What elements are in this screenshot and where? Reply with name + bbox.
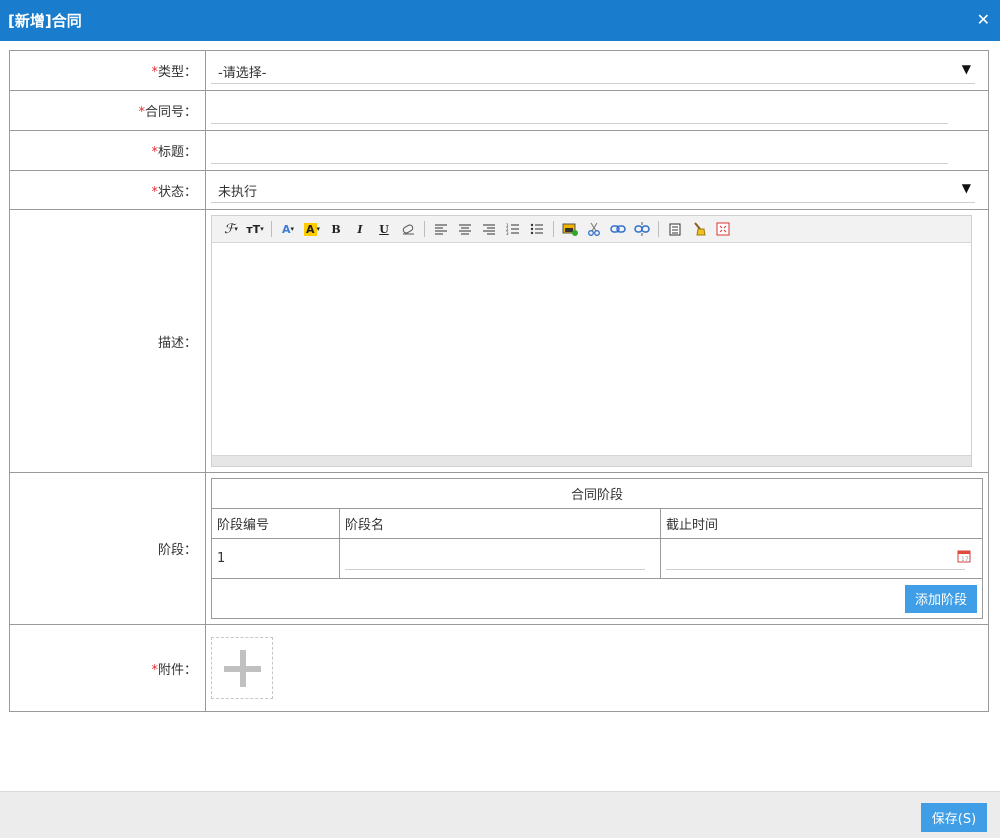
svg-text:17: 17: [961, 556, 969, 563]
unordered-list-icon[interactable]: [528, 220, 546, 238]
rich-text-editor: ℱ ▾ ᴛT ▾ A ▾ A ▾ B I U 123: [211, 215, 972, 467]
fullscreen-icon[interactable]: [714, 220, 732, 238]
dialog-titlebar: [新增]合同 ✕: [0, 0, 1000, 41]
font-size-icon[interactable]: ᴛT ▾: [246, 220, 264, 238]
clear-format-icon[interactable]: [690, 220, 708, 238]
highlight-color-icon[interactable]: A ▾: [303, 220, 321, 238]
attachment-row: *附件：: [9, 624, 989, 712]
type-select[interactable]: -请选择- ▼: [211, 58, 975, 84]
stages-label: 阶段：: [9, 472, 206, 625]
description-row: 描述： ℱ ▾ ᴛT ▾ A ▾ A ▾ B I U 123: [9, 209, 989, 473]
column-header: 阶段编号: [211, 508, 340, 539]
align-center-icon[interactable]: [456, 220, 474, 238]
stage-deadline-input[interactable]: 17: [666, 548, 971, 570]
italic-icon[interactable]: I: [351, 220, 369, 238]
align-left-icon[interactable]: [432, 220, 450, 238]
stages-table: 合同阶段 阶段编号 阶段名 截止时间 1 17 添加阶段: [211, 478, 983, 619]
unlink-icon[interactable]: [633, 220, 651, 238]
dialog-footer: 保存(S): [0, 791, 1000, 838]
editor-statusbar: [212, 455, 971, 466]
stage-name-input[interactable]: [345, 548, 645, 570]
contract-form: *类型： -请选择- ▼ *合同号： *标题： *状态： 未执行 ▼ 描述： ℱ ▾ …: [9, 50, 989, 712]
save-button[interactable]: 保存(S): [921, 803, 987, 832]
type-label: *类型：: [9, 50, 206, 91]
add-stage-button[interactable]: 添加阶段: [904, 584, 977, 613]
font-family-icon[interactable]: ℱ ▾: [222, 220, 240, 238]
dialog-title: [新增]合同: [8, 12, 82, 30]
stage-number: 1: [211, 538, 340, 579]
description-label: 描述：: [9, 209, 206, 473]
insert-image-icon[interactable]: [561, 220, 579, 238]
editor-toolbar: ℱ ▾ ᴛT ▾ A ▾ A ▾ B I U 123: [212, 216, 971, 243]
title-input[interactable]: [211, 137, 948, 164]
cut-icon[interactable]: [585, 220, 603, 238]
stages-row: 阶段： 合同阶段 阶段编号 阶段名 截止时间 1 17 添加阶段: [9, 472, 989, 625]
contract-no-label: *合同号：: [9, 90, 206, 131]
type-row: *类型： -请选择- ▼: [9, 50, 989, 91]
column-header: 截止时间: [660, 508, 983, 539]
contract-no-input[interactable]: [211, 97, 948, 124]
align-right-icon[interactable]: [480, 220, 498, 238]
contract-no-label-text: 合同号：: [144, 105, 197, 120]
attachment-label-text: 附件：: [157, 662, 197, 678]
title-label: *标题：: [9, 130, 206, 171]
table-row: 1 17: [211, 538, 983, 579]
ordered-list-icon[interactable]: 123: [504, 220, 522, 238]
bold-icon[interactable]: B: [327, 220, 345, 238]
title-row: *标题：: [9, 130, 989, 171]
stages-table-caption: 合同阶段: [211, 478, 983, 509]
dropdown-arrow-icon: ▼: [961, 61, 971, 76]
editor-content-area[interactable]: [212, 243, 971, 455]
status-row: *状态： 未执行 ▼: [9, 170, 989, 210]
font-color-icon[interactable]: A ▾: [279, 220, 297, 238]
link-icon[interactable]: [609, 220, 627, 238]
type-select-value: -请选择-: [218, 65, 267, 81]
column-header: 阶段名: [339, 508, 661, 539]
svg-text:3: 3: [506, 231, 509, 235]
upload-attachment-button[interactable]: [211, 637, 273, 699]
underline-icon[interactable]: U: [375, 220, 393, 238]
contract-no-row: *合同号：: [9, 90, 989, 131]
calendar-icon[interactable]: 17: [957, 549, 971, 563]
dropdown-arrow-icon: ▼: [961, 181, 971, 195]
close-icon[interactable]: ✕: [977, 10, 990, 29]
status-label-text: 状态：: [157, 184, 197, 200]
status-select[interactable]: 未执行 ▼: [211, 177, 975, 203]
type-label-text: 类型：: [157, 65, 197, 80]
status-label: *状态：: [9, 170, 206, 210]
paste-text-icon[interactable]: [666, 220, 684, 238]
attachment-label: *附件：: [9, 624, 206, 712]
stages-table-header: 阶段编号 阶段名 截止时间: [211, 508, 983, 539]
title-label-text: 标题：: [157, 145, 197, 160]
eraser-icon[interactable]: [399, 220, 417, 238]
status-select-value: 未执行: [218, 185, 258, 200]
